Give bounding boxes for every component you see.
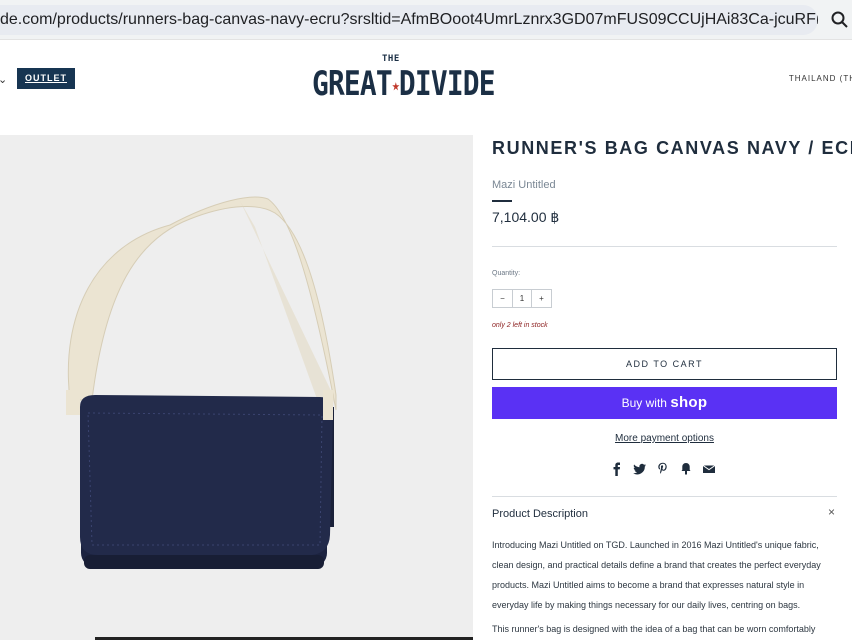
outlet-nav-link[interactable]: OUTLET [17,68,75,89]
buy-with-shop-button[interactable]: Buy with shop [492,387,837,419]
url-field[interactable]: de.com/products/runners-bag-canvas-navy-… [0,5,818,35]
site-logo[interactable]: THE GREAT★DIVIDE [312,54,496,106]
add-to-cart-button[interactable]: ADD TO CART [492,348,837,380]
fancy-icon[interactable] [679,462,693,476]
browser-address-bar: de.com/products/runners-bag-canvas-navy-… [0,0,852,40]
quantity-label: Quantity: [492,270,521,277]
product-price: 7,104.00 ฿ [492,209,560,225]
description-text-2: This runner's bag is designed with the i… [492,624,816,634]
bag-illustration [66,196,337,569]
product-vendor[interactable]: Mazi Untitled [492,179,556,191]
facebook-icon[interactable] [610,462,624,476]
site-header: ⌄ OUTLET THE GREAT★DIVIDE THAILAND (TH [0,44,852,134]
quantity-stepper: − 1 + [492,289,552,308]
description-text: Introducing Mazi Untitled on TGD. Launch… [492,540,821,610]
divider [492,246,837,247]
quantity-increase-button[interactable]: + [532,290,551,307]
vendor-divider [492,200,512,202]
logo-right-word: DIVIDE [398,64,496,104]
divider [492,496,837,497]
product-title: RUNNER'S BAG CANVAS NAVY / ECRU [492,138,852,158]
country-selector[interactable]: THAILAND (TH [789,74,852,83]
email-icon[interactable] [702,462,716,476]
logo-left-word: GREAT [312,64,393,104]
shop-brand-label: shop [670,394,708,411]
quantity-decrease-button[interactable]: − [493,290,512,307]
twitter-icon[interactable] [633,462,647,476]
url-text[interactable]: de.com/products/runners-bag-canvas-navy-… [0,11,818,29]
logo-the: THE [382,54,400,64]
star-icon: ★ [391,75,400,95]
share-icons [610,462,716,476]
search-icon[interactable] [830,10,850,30]
description-heading[interactable]: Product Description [492,508,588,520]
more-payment-options-link[interactable]: More payment options [492,433,837,444]
buy-with-label: Buy with [621,396,667,410]
quantity-input[interactable]: 1 [512,290,532,307]
logo-wordmark: GREAT★DIVIDE [312,64,496,104]
stock-note: only 2 left in stock [492,322,548,329]
chevron-down-icon[interactable]: ⌄ [0,73,7,86]
product-image[interactable] [0,135,473,640]
close-icon[interactable]: × [828,505,835,519]
pinterest-icon[interactable] [656,462,670,476]
